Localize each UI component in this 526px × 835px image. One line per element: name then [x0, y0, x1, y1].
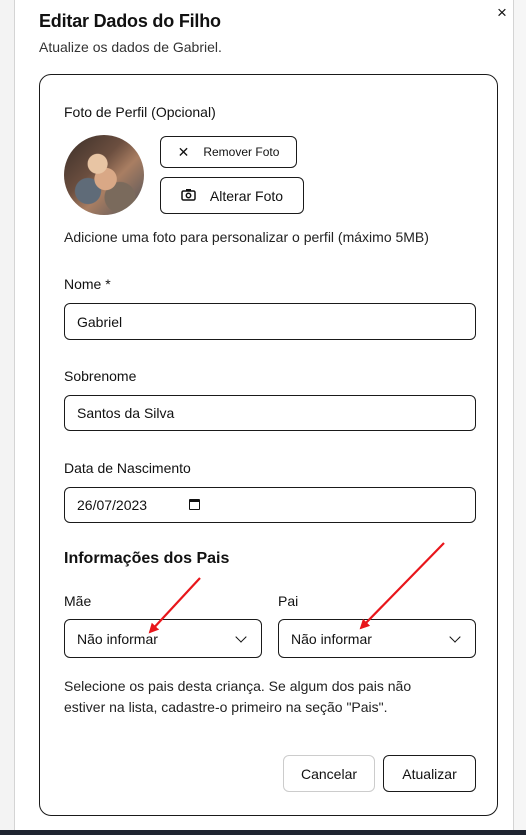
update-button[interactable]: Atualizar [383, 755, 476, 792]
avatar[interactable] [64, 135, 144, 215]
birth-date-label: Data de Nascimento [64, 460, 191, 476]
mother-select[interactable]: Não informar [64, 619, 262, 658]
birth-date-input[interactable]: 26/07/2023 [64, 487, 476, 523]
background-page-right [513, 0, 526, 835]
mother-select-value: Não informar [77, 630, 158, 647]
chevron-down-icon [449, 630, 461, 643]
calendar-icon[interactable] [189, 499, 200, 510]
close-icon[interactable]: × [493, 3, 511, 23]
change-photo-label: Alterar Foto [209, 187, 284, 204]
parents-section-title: Informações dos Pais [64, 550, 230, 567]
father-select-value: Não informar [291, 630, 372, 647]
chevron-down-icon [235, 630, 247, 643]
parents-help-line-2: estiver na lista, cadastre-o primeiro na… [64, 699, 388, 715]
edit-child-dialog: × Editar Dados do Filho Atualize os dado… [15, 0, 513, 830]
mother-label: Mãe [64, 593, 92, 609]
name-input[interactable]: Gabriel [64, 303, 476, 340]
camera-icon [181, 188, 196, 203]
dialog-title: Editar Dados do Filho [39, 11, 221, 31]
dialog-subtitle: Atualize os dados de Gabriel. [39, 39, 222, 55]
background-page-left [0, 0, 15, 835]
close-icon: ✕ [177, 144, 190, 160]
father-select[interactable]: Não informar [278, 619, 476, 658]
photo-label: Foto de Perfil (Opcional) [64, 104, 216, 120]
photo-help-text: Adicione uma foto para personalizar o pe… [64, 229, 429, 245]
birth-date-value: 26/07/2023 [77, 497, 148, 513]
remove-photo-button[interactable]: ✕ Remover Foto [160, 136, 297, 168]
parents-help-line-1: Selecione os pais desta criança. Se algu… [64, 678, 412, 694]
taskbar-strip [0, 830, 526, 835]
cancel-button[interactable]: Cancelar [283, 755, 375, 792]
surname-label: Sobrenome [64, 368, 137, 384]
father-label: Pai [278, 593, 299, 609]
name-label: Nome * [64, 276, 111, 292]
change-photo-button[interactable]: Alterar Foto [160, 177, 304, 214]
remove-photo-label: Remover Foto [203, 145, 280, 159]
form-card: Foto de Perfil (Opcional) ✕ Remover Foto… [39, 74, 498, 816]
surname-input[interactable]: Santos da Silva [64, 395, 476, 431]
